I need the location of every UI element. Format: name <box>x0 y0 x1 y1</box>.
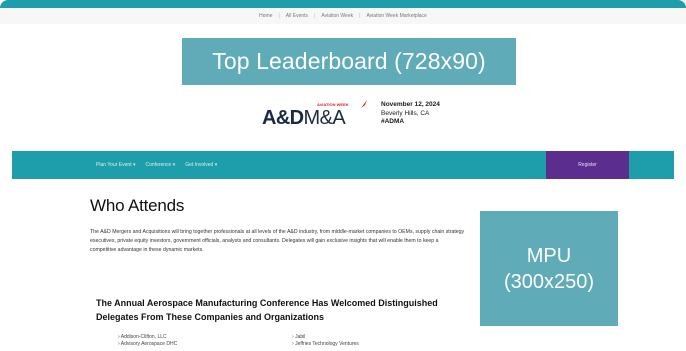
list-item: Jabil <box>292 334 359 341</box>
util-nav-all-events[interactable]: All Events <box>286 13 308 19</box>
nav-get-involved[interactable]: Get Involved ▾ <box>185 162 217 168</box>
browser-viewport: Home | All Events | Aviation Week | Avia… <box>0 0 686 351</box>
event-hashtag: #ADMA <box>381 118 405 125</box>
util-nav-aviation-week[interactable]: Aviation Week <box>321 13 353 19</box>
register-button[interactable]: Register <box>546 151 629 179</box>
main-content: Who Attends The A&D Mergers and Acquisit… <box>90 196 480 256</box>
top-accent-bar <box>0 0 686 8</box>
event-header: AVIATION WEEK A&DM&A November 12, 2024 B… <box>262 96 502 140</box>
mpu-ad-size: (300x250) <box>503 270 595 293</box>
leaderboard-ad-placeholder[interactable]: Top Leaderboard (728x90) <box>182 38 516 85</box>
nav-conference[interactable]: Conference ▾ <box>145 162 175 168</box>
util-nav-separator: | <box>314 13 316 19</box>
page-title: Who Attends <box>90 196 185 215</box>
list-item: Jeffries Technology Ventures <box>292 341 359 348</box>
list-item: Advisory Aerospace DHC <box>118 341 177 348</box>
nav-plan-your-event[interactable]: Plan Your Event ▾ <box>96 162 135 168</box>
logo-wordmark-rest: M&A <box>303 107 346 129</box>
swoosh-icon <box>361 100 367 108</box>
event-date: November 12, 2024 <box>381 101 440 108</box>
logo-wordmark-bold: A&D <box>262 107 304 129</box>
logo-wordmark: A&DM&A <box>262 107 346 130</box>
mpu-ad-label: MPU <box>526 244 572 267</box>
util-nav-separator: | <box>278 13 280 19</box>
leaderboard-ad-label: Top Leaderboard (728x90) <box>212 48 486 74</box>
util-nav-marketplace[interactable]: Aviation Week Marketplace <box>366 13 426 19</box>
main-nav: Plan Your Event ▾ Conference ▾ Get Invol… <box>12 151 674 179</box>
list-item: Addison-Clifton, LLC <box>118 334 177 341</box>
section-subheading: The Annual Aerospace Manufacturing Confe… <box>96 298 438 322</box>
event-info: November 12, 2024 Beverly Hills, CA #ADM… <box>381 101 440 127</box>
intro-paragraph: The A&D Mergers and Acquisitions will br… <box>90 229 465 254</box>
utility-nav: Home | All Events | Aviation Week | Avia… <box>0 8 686 24</box>
util-nav-home[interactable]: Home <box>259 13 272 19</box>
company-list-right: Jabil Jeffries Technology Ventures <box>292 334 359 348</box>
event-location: Beverly Hills, CA <box>381 109 430 117</box>
main-nav-items: Plan Your Event ▾ Conference ▾ Get Invol… <box>96 151 217 179</box>
util-nav-separator: | <box>359 13 361 19</box>
company-list-left: Addison-Clifton, LLC Advisory Aerospace … <box>118 334 177 348</box>
mpu-ad-placeholder[interactable]: MPU (300x250) <box>480 211 618 326</box>
